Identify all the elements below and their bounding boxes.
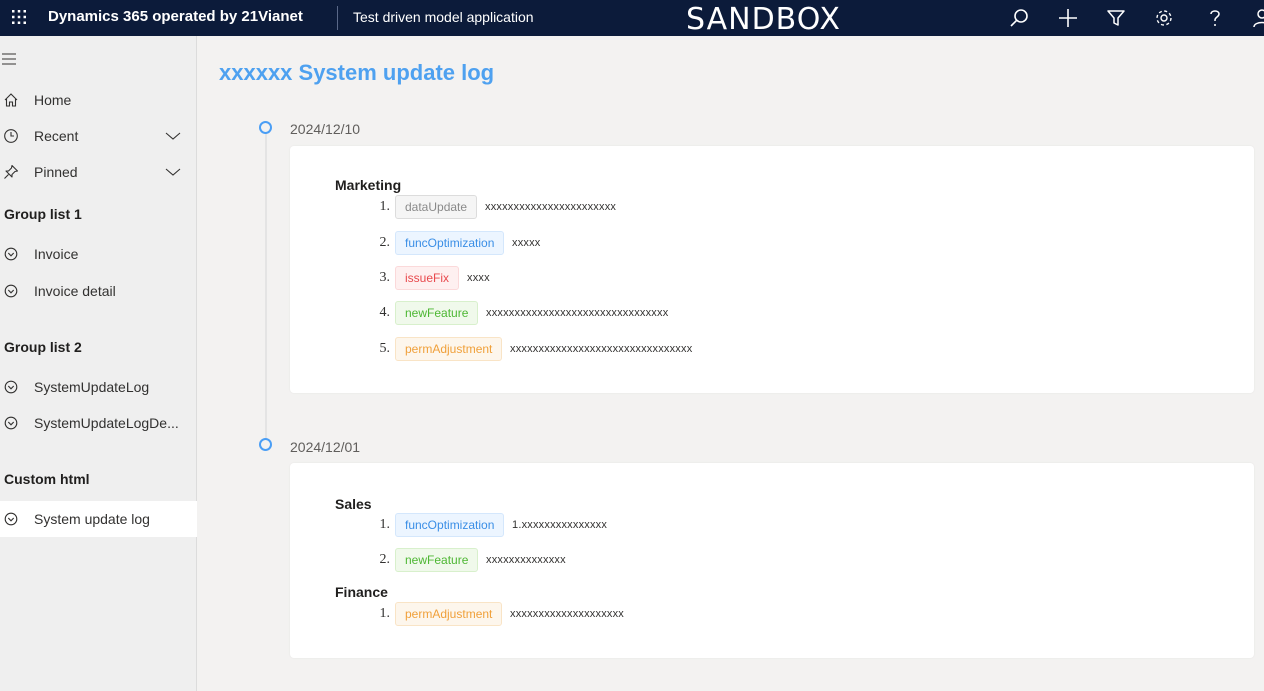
sidebar-item-label: Pinned [34,164,78,180]
item-number: 1. [379,517,391,532]
hamburger-menu-icon[interactable] [2,52,18,66]
plus-icon[interactable] [1056,6,1080,30]
timeline-dot [259,121,272,134]
item-description: xxxx [467,272,490,284]
app-name[interactable]: Test driven model application [353,9,534,25]
item-description: xxxxx [512,237,541,249]
timeline-line [265,133,267,438]
entity-icon [3,246,19,262]
sidebar-item-home[interactable]: Home [0,82,197,118]
item-number: 2. [379,552,391,567]
item-number: 4. [379,305,391,320]
update-card: Marketing 1. dataUpdate xxxxxxxxxxxxxxxx… [290,146,1254,393]
entity-icon [3,283,19,299]
item-number: 2. [379,235,391,250]
item-description: 1.xxxxxxxxxxxxxxx [512,519,608,531]
chevron-down-icon[interactable] [164,164,182,180]
item-description: xxxxxxxxxxxxxxxxxxxx [510,608,624,620]
sidebar-item-label: Recent [34,128,79,144]
sidebar-item-pinned[interactable]: Pinned [0,154,197,190]
sidebar-item-label: SystemUpdateLog [34,379,150,395]
search-icon[interactable] [1007,6,1031,30]
section-title: Marketing [335,177,402,193]
tag-badge: funcOptimization [395,513,505,537]
sidebar-item-label: Invoice detail [34,283,116,299]
item-number: 3. [379,270,391,285]
timeline-dot [259,438,272,451]
waffle-icon[interactable] [8,6,30,28]
item-description: xxxxxxxxxxxxxxxxxxxxxxxxxxxxxxxx [510,343,693,355]
timeline-date: 2024/12/10 [290,121,361,137]
sidebar-item-invoice[interactable]: Invoice [0,236,197,272]
page-title: xxxxxx System update log [219,60,495,85]
environment-label: SANDBOX [686,2,841,37]
chevron-down-icon[interactable] [164,128,182,144]
person-icon[interactable] [1250,6,1264,30]
item-description: xxxxxxxxxxxxxxxxxxxxxxx [485,201,617,213]
clock-icon [3,128,19,144]
sidebar-item-label: SystemUpdateLogDe... [34,415,179,431]
tag-badge: dataUpdate [395,195,478,219]
item-number: 1. [379,199,391,214]
tag-badge: issueFix [395,266,460,290]
sidebar-item-systemupdatelog[interactable]: SystemUpdateLog [0,369,197,405]
product-brand[interactable]: Dynamics 365 operated by 21Vianet [48,8,303,25]
group-title-2: Group list 2 [4,339,82,355]
group-title-3: Custom html [4,471,90,487]
timeline-date: 2024/12/01 [290,439,361,455]
sidebar-item-label: Invoice [34,246,79,262]
filter-icon[interactable] [1104,6,1128,30]
sidebar-item-label: Home [34,92,72,108]
tag-badge: permAdjustment [395,337,503,361]
home-icon [3,92,19,108]
sidebar-item-systemupdatelogdetail[interactable]: SystemUpdateLogDe... [0,405,197,441]
tag-badge: newFeature [395,548,479,572]
item-description: xxxxxxxxxxxxxx [486,554,566,566]
update-card: Sales 1. funcOptimization 1.xxxxxxxxxxxx… [290,463,1254,658]
item-number: 1. [379,606,391,621]
sidebar-item-system-update-log[interactable]: System update log [0,501,197,537]
sidebar-item-invoice-detail[interactable]: Invoice detail [0,273,197,309]
top-bar: Dynamics 365 operated by 21Vianet Test d… [0,0,1264,37]
entity-icon [3,415,19,431]
item-description: xxxxxxxxxxxxxxxxxxxxxxxxxxxxxxxx [486,307,669,319]
entity-icon [3,511,19,527]
group-title-1: Group list 1 [4,206,82,222]
sidebar: Home Recent Pinned Group list 1 Invoice … [0,36,197,691]
section-title: Finance [335,584,388,600]
tag-badge: funcOptimization [395,231,505,255]
tag-badge: newFeature [395,301,479,325]
section-title: Sales [335,496,372,512]
item-number: 5. [379,341,391,356]
settings-icon[interactable] [1152,6,1176,30]
topbar-divider [337,6,338,30]
entity-icon [3,379,19,395]
sidebar-item-label: System update log [34,511,150,527]
tag-badge: permAdjustment [395,602,503,626]
help-icon[interactable] [1203,6,1227,30]
pin-icon [3,164,19,180]
sidebar-item-recent[interactable]: Recent [0,118,197,154]
